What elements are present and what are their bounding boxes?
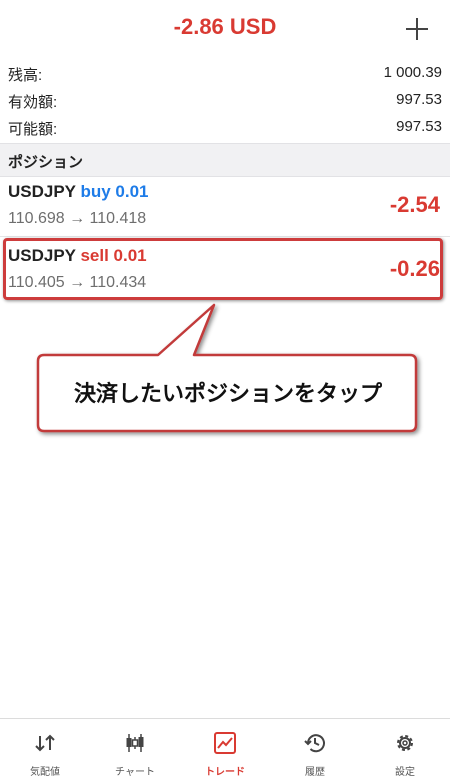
tab-chart[interactable]: チャート <box>90 719 180 781</box>
settings-gear-icon <box>397 735 413 751</box>
callout-text: 決済したいポジションをタップ <box>73 382 382 407</box>
tab-bar: 気配値 チャート トレード 履歴 設定 <box>0 718 450 781</box>
tab-trade[interactable]: トレード <box>180 719 270 781</box>
tab-label: チャート <box>115 767 155 778</box>
tab-quotes[interactable]: 気配値 <box>0 719 90 781</box>
tab-label: 気配値 <box>30 767 60 778</box>
tab-history[interactable]: 履歴 <box>270 719 360 781</box>
candlestick-chart-icon <box>126 734 144 752</box>
quotes-arrows-icon <box>35 734 55 752</box>
trade-chart-icon <box>214 732 236 754</box>
tab-label: 履歴 <box>305 767 325 778</box>
tab-label: トレード <box>205 767 245 778</box>
history-clock-icon <box>304 734 325 753</box>
tab-label: 設定 <box>395 767 415 778</box>
tab-settings[interactable]: 設定 <box>360 719 450 781</box>
